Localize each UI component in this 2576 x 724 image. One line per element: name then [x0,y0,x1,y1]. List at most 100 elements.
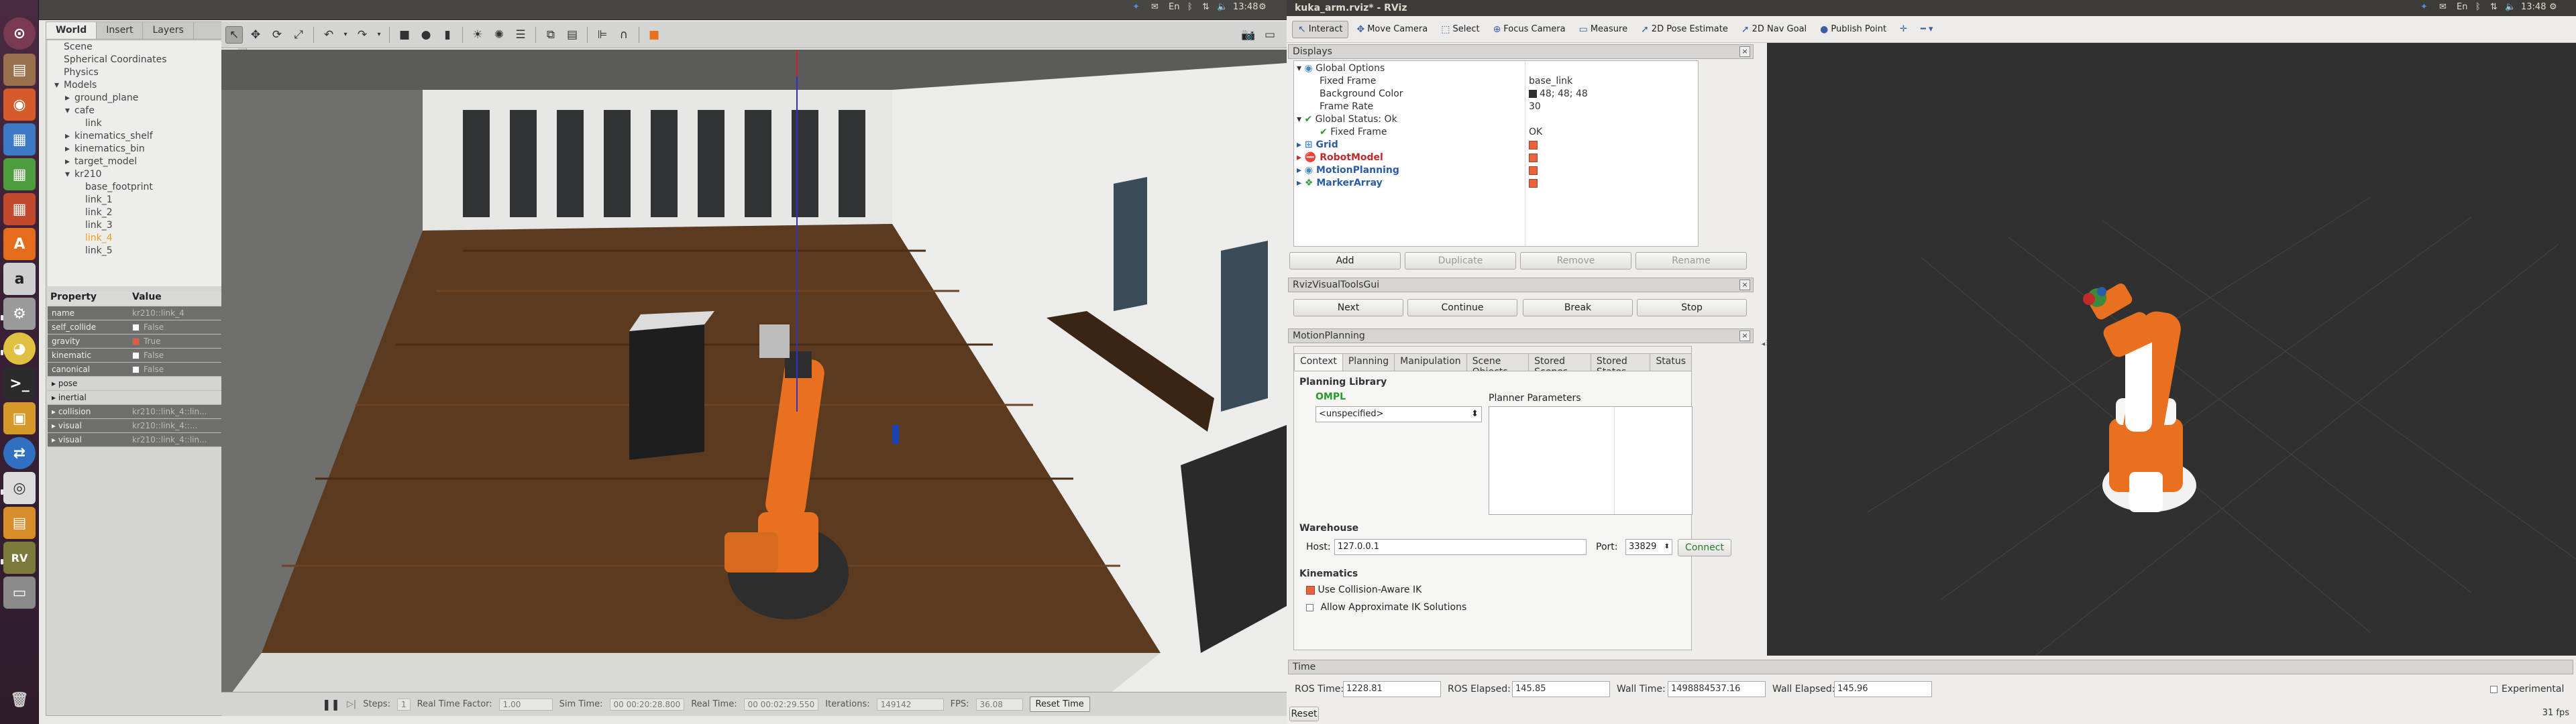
close-icon[interactable]: × [1739,280,1750,290]
settings-icon[interactable]: ⚙ [3,298,36,330]
browser-icon[interactable]: ◉ [3,88,36,121]
expand-arrow-icon[interactable]: ▸ [65,156,74,168]
point-light-icon[interactable]: ☀ [469,26,486,44]
tab-layers[interactable]: Layers [143,22,194,39]
tool-focus-camera[interactable]: ⊕ Focus Camera [1488,21,1571,38]
robot-model-display[interactable]: ▸ ⛔ RobotModel [1297,152,1383,164]
gazebo-icon[interactable]: ◎ [3,472,36,504]
expand-arrow-icon[interactable]: ▾ [65,105,74,117]
tree-item[interactable]: ▸ target_model [48,156,238,168]
tree-item[interactable]: Scene [48,41,238,54]
tree-item[interactable]: ▸ kinematics_shelf [48,130,238,143]
property-row[interactable]: ▸ inertial [48,391,246,405]
expand-arrow-icon[interactable]: ▾ [54,79,64,92]
property-checkbox[interactable] [132,352,140,359]
scale-mode-icon[interactable]: ⤢ [290,26,307,44]
undo-menu-icon[interactable]: ▾ [341,26,350,44]
tab-status[interactable]: Status [1650,353,1692,371]
property-row[interactable]: ▸ visual kr210::link_4::... [48,419,246,433]
tab-manipulation[interactable]: Manipulation [1394,353,1467,371]
tab-insert[interactable]: Insert [97,22,144,39]
reset-button[interactable]: Reset [1289,707,1319,721]
screenshot-icon[interactable]: 📷 [1240,26,1257,44]
rotate-mode-icon[interactable]: ⟳ [268,26,286,44]
orange-color-icon[interactable]: ■ [645,26,663,44]
expand-arrow-icon[interactable]: ▸ [65,92,74,105]
experimental-checkbox[interactable]: Experimental [2490,684,2564,695]
property-row[interactable]: ▸ collision kr210::link_4::lin... [48,405,246,419]
tree-item[interactable]: ▾ Models [48,79,238,92]
tool-move-camera[interactable]: ✥ Move Camera [1351,21,1433,38]
files-icon[interactable]: ▤ [3,54,36,86]
tool-select[interactable]: ⬚ Select [1436,21,1485,38]
tree-item[interactable]: Physics [48,66,238,79]
add-tool-icon[interactable]: ✛ [1894,21,1913,37]
next-button[interactable]: Next [1293,299,1403,316]
tree-item[interactable]: link_4 [48,232,238,245]
directional-light-icon[interactable]: ☰ [512,26,529,44]
rviz-icon[interactable]: RV [3,542,36,574]
drawer-icon[interactable]: ▤ [3,507,36,539]
stop-button[interactable]: Stop [1637,299,1747,316]
gazebo-3d-view[interactable] [221,50,1287,707]
tree-item[interactable]: link_2 [48,206,238,219]
property-checkbox[interactable] [132,324,140,331]
tab-stored-states[interactable]: Stored States [1590,353,1651,377]
grid-checkbox[interactable] [1529,139,1538,152]
close-icon[interactable]: × [1739,46,1750,57]
reset-time-button[interactable]: Reset Time [1029,697,1090,712]
paste-icon[interactable]: ▤ [564,26,581,44]
expand-arrow-icon[interactable]: ▸ [65,143,74,156]
sphere-shape-icon[interactable]: ● [417,26,435,44]
property-row[interactable]: self_collide False [48,320,246,335]
network-icon[interactable]: ⇄ [3,437,36,469]
amazon-icon[interactable]: a [3,263,36,295]
tool-interact[interactable]: ↖ Interact [1292,20,1349,38]
trash-icon[interactable]: 🗑 [3,684,36,716]
robot-model-checkbox[interactable] [1529,152,1538,164]
writer-icon[interactable]: ▦ [3,123,36,156]
software-center-icon[interactable]: A [3,228,36,260]
approx-ik-checkbox[interactable]: Allow Approximate IK Solutions [1306,602,1466,613]
continue-button[interactable]: Continue [1407,299,1517,316]
translate-mode-icon[interactable]: ✥ [247,26,264,44]
connect-button[interactable]: Connect [1678,539,1731,556]
tree-item[interactable]: link_1 [48,194,238,206]
expand-arrow-icon[interactable]: ▸ [65,130,74,143]
tree-item[interactable]: ▾ kr210 [48,168,238,181]
property-row[interactable]: name kr210::link_4 [48,306,246,320]
tab-context[interactable]: Context [1294,353,1343,371]
tool-measure[interactable]: ▭ Measure [1574,21,1633,38]
tool-publish-point[interactable]: ● Publish Point [1815,21,1892,38]
tree-item[interactable]: ▸ ground_plane [48,92,238,105]
global-options-row[interactable]: ▾ ◉ Global Options [1297,62,1385,75]
tree-item[interactable]: base_footprint [48,181,238,194]
calc-icon[interactable]: ▦ [3,158,36,190]
steps-value[interactable]: 1 [396,698,411,711]
cylinder-shape-icon[interactable]: ▮ [439,26,456,44]
motion-planning-display[interactable]: ▸ ◉ MotionPlanning [1297,164,1399,177]
motion-planning-checkbox[interactable] [1529,164,1538,177]
redo-menu-icon[interactable]: ▾ [375,26,383,44]
duplicate-button[interactable]: Duplicate [1405,252,1516,269]
align-icon[interactable]: ⊫ [594,26,611,44]
terminal-icon[interactable]: >_ [3,367,36,400]
tree-item[interactable]: ▸ kinematics_bin [48,143,238,156]
host-input[interactable]: 127.0.0.1 [1334,539,1587,555]
select-mode-icon[interactable]: ↖ [225,25,243,44]
impress-icon[interactable]: ▦ [3,193,36,225]
property-row[interactable]: kinematic False [48,349,246,363]
undo-icon[interactable]: ↶ [320,26,337,44]
tab-stored-scenes[interactable]: Stored Scenes [1528,353,1591,377]
collision-ik-checkbox[interactable]: Use Collision-Aware IK [1306,585,1421,595]
tree-item[interactable]: link_3 [48,219,238,232]
property-row[interactable]: canonical False [48,363,246,377]
tool-2d-nav-goal[interactable]: ➚ 2D Nav Goal [1736,21,1812,38]
marker-array-checkbox[interactable] [1529,177,1538,190]
box-shape-icon[interactable]: ■ [396,26,413,44]
property-row[interactable]: ▸ pose [48,377,246,391]
remove-button[interactable]: Remove [1520,252,1631,269]
tree-item[interactable]: Spherical Coordinates [48,54,238,66]
close-icon[interactable]: × [1739,330,1750,341]
chrome-icon[interactable]: ◕ [3,333,36,365]
